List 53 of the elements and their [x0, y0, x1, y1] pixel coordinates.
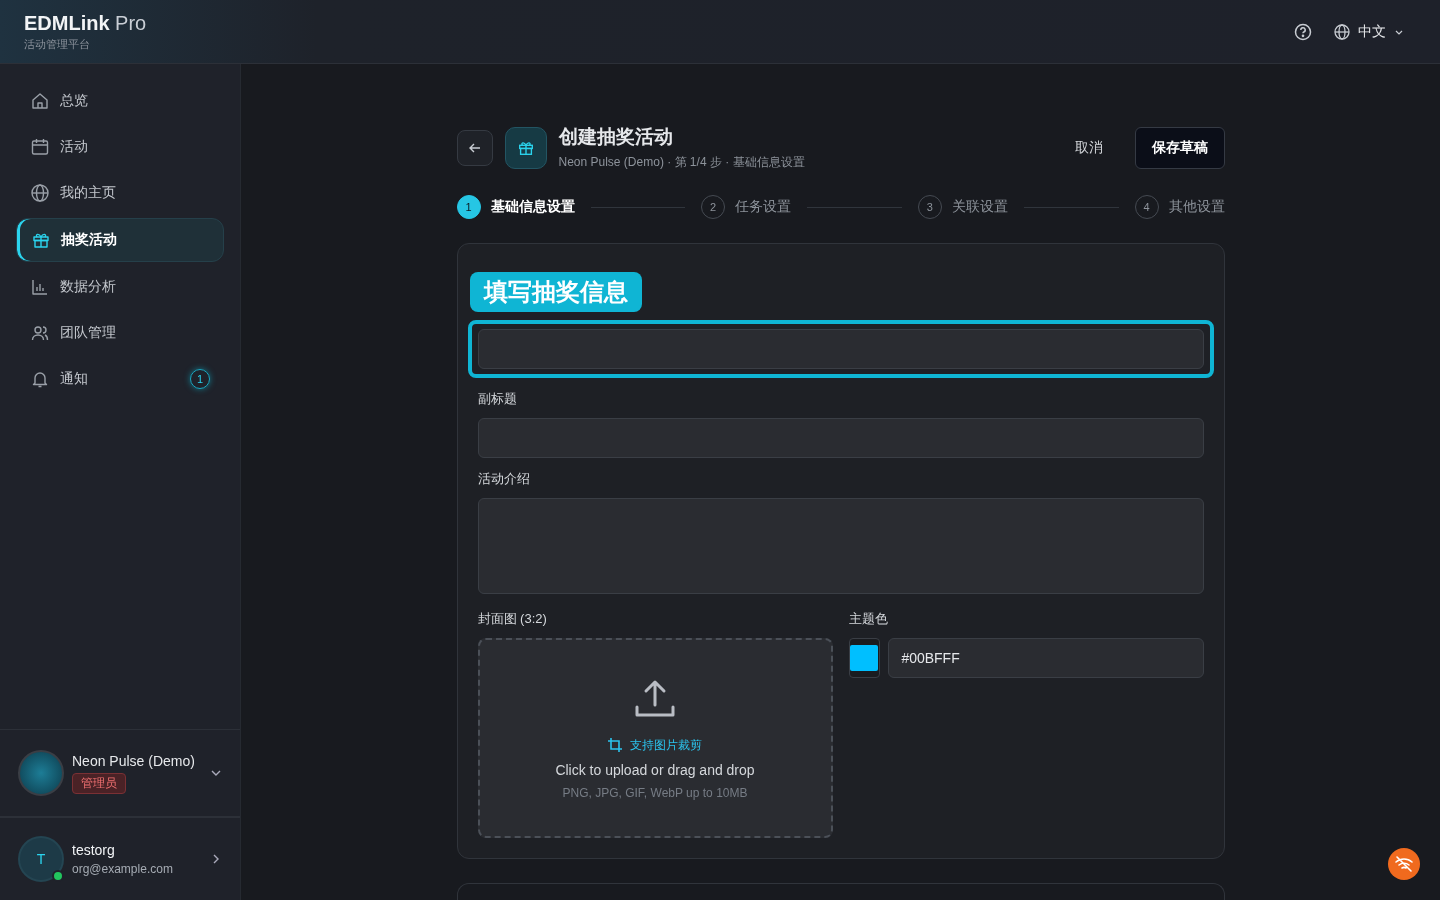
sidebar-item[interactable]: 通知 1: [16, 358, 224, 400]
user-account[interactable]: T testorg org@example.com: [0, 818, 240, 900]
sidebar-item[interactable]: 团队管理: [16, 312, 224, 354]
brand-subtitle: 活动管理平台: [24, 36, 91, 52]
color-swatch[interactable]: [848, 638, 881, 678]
page-title: 创建抽奖活动: [558, 125, 674, 149]
wifi-off-icon: [1394, 854, 1414, 874]
bar-chart-icon: [30, 277, 50, 297]
sidebar-item[interactable]: 总览: [16, 80, 224, 122]
sidebar-item[interactable]: 数据分析: [16, 266, 224, 308]
upload-prompt: Click to upload or drag and drop: [555, 761, 755, 778]
upload-formats: PNG, JPG, GIF, WebP up to 10MB: [562, 785, 748, 800]
help-icon[interactable]: [1294, 22, 1312, 41]
workspace-avatar: [18, 750, 64, 796]
step-tab[interactable]: 1 基础信息设置: [456, 195, 575, 219]
wifi-off-button[interactable]: [1388, 848, 1420, 880]
workspace-switcher[interactable]: Neon Pulse (Demo) 管理员: [0, 729, 240, 818]
subtitle-input[interactable]: [477, 418, 1204, 458]
field-label: 主题色: [848, 610, 889, 628]
back-button[interactable]: [456, 129, 493, 166]
step-tab[interactable]: 2 任务设置: [701, 195, 792, 219]
field-label: 活动介绍: [477, 470, 531, 488]
crop-hint: 支持图片裁剪: [630, 736, 702, 754]
users-icon: [30, 323, 50, 343]
globe-icon: [30, 183, 50, 203]
sidebar-item[interactable]: 我的主页: [16, 172, 224, 214]
upload-dropzone[interactable]: 支持图片裁剪 Click to upload or drag and drop PNG, JPG, GIF, WebP up to 10MB: [477, 638, 833, 838]
hint-label: 填写抽奖信息: [469, 272, 642, 312]
bell-icon: [30, 369, 50, 389]
user-avatar: T: [18, 836, 64, 882]
gift-icon: [504, 126, 547, 169]
field-label: 封面图 (3:2): [477, 610, 548, 628]
globe-icon: [1334, 23, 1350, 40]
calendar-icon: [30, 137, 50, 157]
step-tab[interactable]: 4 其他设置: [1134, 195, 1225, 219]
sidebar-item[interactable]: 抽奖活动: [16, 218, 224, 262]
workspace-name: Neon Pulse (Demo): [72, 752, 195, 769]
brand-logo: EDMLink Pro: [24, 11, 147, 35]
title-input[interactable]: [477, 329, 1204, 369]
cancel-button[interactable]: 取消: [1062, 130, 1115, 165]
color-input[interactable]: #00BFFF: [888, 638, 1204, 678]
step-tab[interactable]: 3 关联设置: [917, 195, 1008, 219]
save-draft-button[interactable]: 保存草稿: [1134, 126, 1225, 169]
user-name: testorg: [72, 842, 115, 858]
language-selector[interactable]: 中文: [1334, 22, 1404, 41]
page-subtitle: Neon Pulse (Demo) · 第 1/4 步 · 基础信息设置: [558, 154, 806, 171]
home-icon: [30, 91, 50, 111]
user-email: org@example.com: [72, 862, 173, 876]
description-input[interactable]: [477, 498, 1204, 594]
sidebar-item[interactable]: 活动: [16, 126, 224, 168]
crop-icon: [608, 738, 622, 752]
role-tag: 管理员: [72, 772, 126, 794]
field-label: 副标题: [477, 390, 518, 408]
